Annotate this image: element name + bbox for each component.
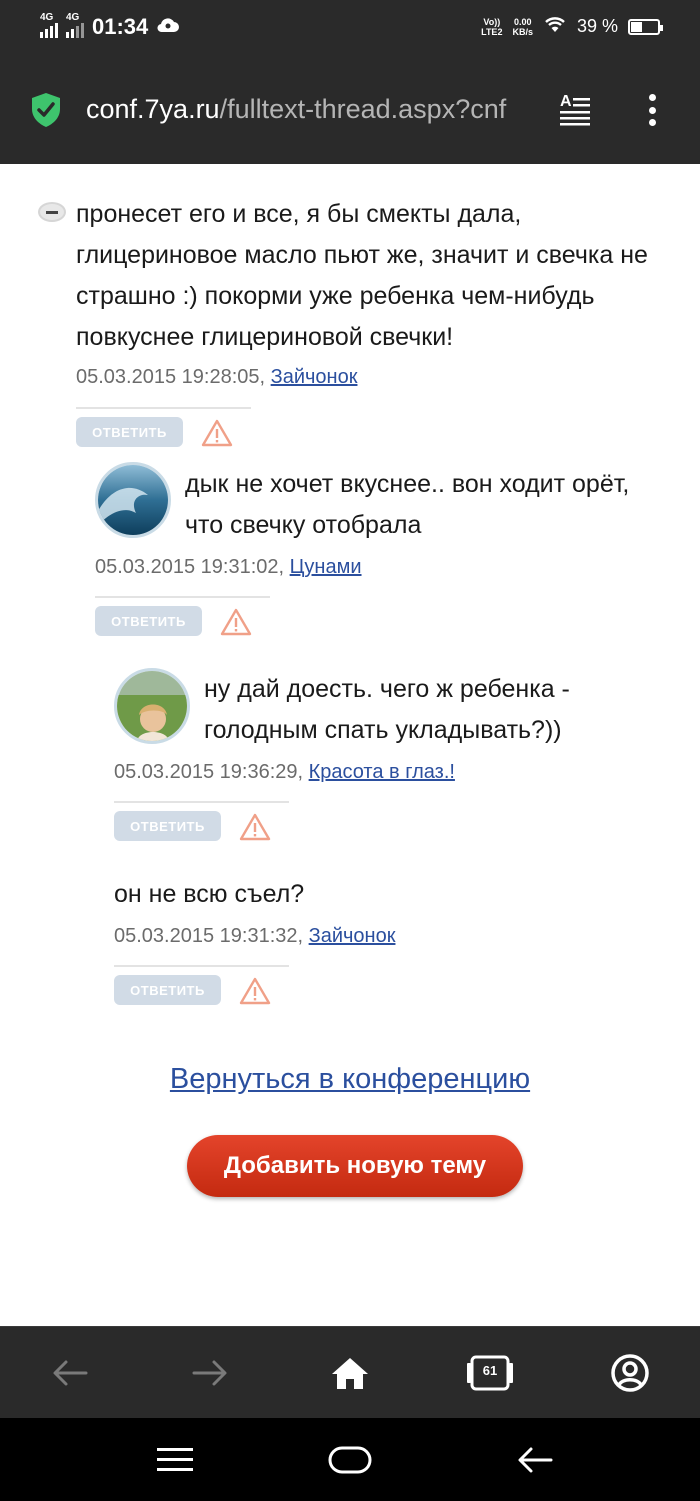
battery-icon [628, 18, 663, 35]
battery-fill [631, 21, 642, 32]
signal-icon-sim1: 4G [40, 12, 58, 38]
post-timestamp: 05.03.2015 19:31:32, [114, 925, 304, 947]
tabs-icon[interactable]: 61 [466, 1349, 514, 1397]
volte-bottom: LTE2 [481, 26, 503, 37]
post-timestamp: 05.03.2015 19:36:29, [114, 761, 304, 783]
divider [114, 965, 289, 967]
volte-indicator: Vo)) LTE2 [481, 17, 502, 37]
reply-button[interactable]: ОТВЕТИТЬ [95, 606, 202, 636]
url-path: /fulltext-thread.aspx?cnf [219, 94, 507, 124]
divider [76, 407, 251, 409]
warning-triangle-icon[interactable] [220, 608, 252, 636]
browser-toolbar: 61 [0, 1326, 700, 1418]
author-link[interactable]: Зайчонок [309, 925, 396, 947]
post-text: он не всю съел? [114, 880, 305, 908]
shield-check-icon[interactable] [30, 92, 62, 128]
more-vertical-icon[interactable] [642, 90, 662, 130]
home-icon[interactable] [326, 1349, 374, 1397]
network-type-sim1: 4G [40, 12, 54, 23]
avatar [95, 462, 171, 538]
post-meta: 05.03.2015 19:31:32, Зайчонок [114, 925, 395, 948]
speed-unit: KB/s [512, 26, 533, 37]
warning-triangle-icon[interactable] [239, 813, 271, 841]
status-bar: 4G 4G 01:34 Vo)) LTE2 0.00 KB/s 39 % [0, 0, 700, 56]
reader-mode-icon[interactable]: A [558, 92, 592, 128]
system-navigation-bar [0, 1418, 700, 1501]
url-host: conf.7ya.ru [86, 94, 220, 124]
arrow-right-icon[interactable] [186, 1349, 234, 1397]
post-text: пронесет его и все, я бы смекты дала, гл… [76, 200, 648, 351]
account-icon[interactable] [606, 1349, 654, 1397]
signal-icon-sim2: 4G [66, 12, 84, 38]
reply-button[interactable]: ОТВЕТИТЬ [114, 975, 221, 1005]
post-text: дык не хочет вкуснее.. вон ходит орёт, ч… [185, 470, 630, 539]
divider [114, 801, 289, 803]
status-left: 4G 4G 01:34 [40, 12, 180, 40]
warning-triangle-icon[interactable] [239, 977, 271, 1005]
status-right: Vo)) LTE2 0.00 KB/s 39 % [481, 14, 663, 39]
reply-button[interactable]: ОТВЕТИТЬ [114, 811, 221, 841]
wifi-icon [543, 14, 567, 39]
post-text: ну дай доесть. чего ж ребенка - голодным… [204, 675, 570, 744]
speed-indicator: 0.00 KB/s [512, 17, 533, 37]
battery-percent: 39 % [576, 16, 618, 36]
author-link[interactable]: Цунами [290, 556, 362, 578]
home-pill-icon[interactable] [326, 1438, 374, 1482]
speed-value: 0.00 [513, 16, 532, 27]
post-meta: 05.03.2015 19:28:05, Зайчонок [76, 366, 357, 389]
post-meta: 05.03.2015 19:36:29, Красота в глаз.! [114, 761, 455, 784]
avatar [114, 668, 190, 744]
back-to-conference-link[interactable]: Вернуться в конференцию [0, 1063, 700, 1096]
svg-text:A: A [560, 93, 572, 110]
clock: 01:34 [92, 14, 149, 39]
author-link[interactable]: Зайчонок [271, 366, 358, 388]
tabs-count: 61 [482, 1363, 498, 1378]
url-field[interactable]: conf.7ya.ru/fulltext-thread.aspx?cnf [86, 94, 538, 130]
author-link[interactable]: Красота в глаз.! [309, 761, 455, 783]
post-meta: 05.03.2015 19:31:02, Цунами [95, 556, 362, 579]
divider [95, 596, 270, 598]
reply-button[interactable]: ОТВЕТИТЬ [76, 417, 183, 447]
post-timestamp: 05.03.2015 19:31:02, [95, 556, 285, 578]
volte-top: Vo)) [483, 16, 501, 27]
post-timestamp: 05.03.2015 19:28:05, [76, 366, 266, 388]
cloud-icon [156, 14, 180, 40]
network-type-sim2: 4G [66, 12, 80, 23]
thread-content: пронесет его и все, я бы смекты дала, гл… [0, 164, 700, 1326]
system-back-icon[interactable] [511, 1438, 559, 1482]
warning-triangle-icon[interactable] [201, 419, 233, 447]
add-new-topic-button[interactable]: Добавить новую тему [187, 1135, 523, 1197]
menu-icon[interactable] [151, 1438, 199, 1482]
avatar [38, 202, 66, 222]
address-bar: conf.7ya.ru/fulltext-thread.aspx?cnf A [0, 56, 700, 164]
arrow-left-icon[interactable] [46, 1349, 94, 1397]
